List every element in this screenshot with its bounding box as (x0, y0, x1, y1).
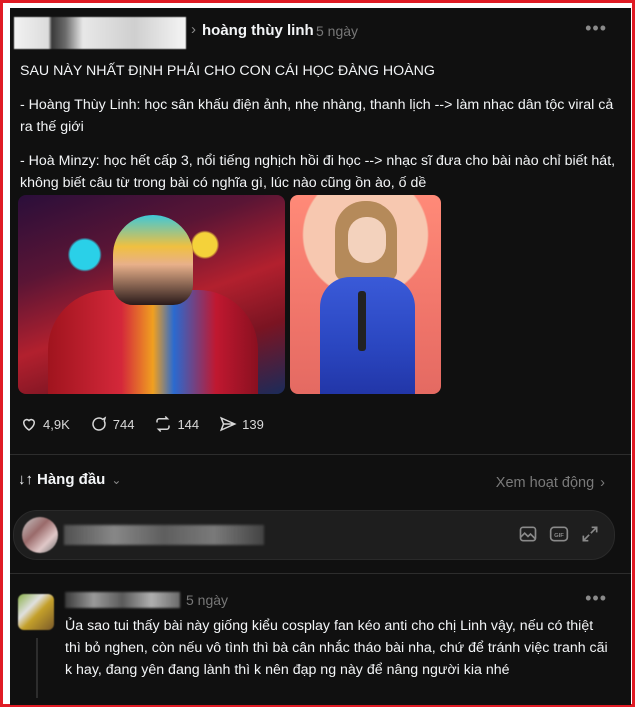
comment-icon (92, 416, 106, 431)
sort-icon: ↓↑ (18, 471, 33, 488)
view-activity-link[interactable]: Xem hoạt động › (496, 475, 605, 491)
chevron-down-icon: ⌄ (111, 472, 122, 487)
comment-time: 5 ngày (186, 592, 229, 608)
view-activity-label: Xem hoạt động (495, 475, 595, 491)
post-time: 5 ngày (316, 23, 359, 39)
post-body: SAU NÀY NHẤT ĐỊNH PHẢI CHO CON CÁI HỌC Đ… (20, 60, 620, 206)
comment-count: 744 (112, 416, 135, 432)
image-figure-face (348, 217, 386, 263)
blurred-breadcrumb (14, 17, 186, 49)
expand-icon[interactable] (580, 524, 600, 544)
gif-icon[interactable]: GIF (549, 524, 569, 544)
thread-panel: › hoàng thùy linh 5 ngày ••• SAU NÀY NHẤ… (10, 8, 631, 705)
svg-text:GIF: GIF (554, 533, 564, 539)
post-header: › hoàng thùy linh 5 ngày ••• (10, 8, 631, 54)
share-button[interactable]: 139 (219, 415, 264, 433)
post-image-1[interactable] (18, 195, 285, 394)
comment-avatar[interactable] (18, 594, 54, 630)
comment-text: Ủa sao tui thấy bài này giống kiểu cospl… (65, 618, 608, 678)
avatar (22, 517, 58, 553)
like-button[interactable]: 4,9K (20, 415, 70, 433)
image-figure-head (113, 215, 193, 305)
heart-icon (22, 418, 36, 431)
sort-label: Hàng đầu (37, 471, 106, 488)
more-icon[interactable]: ••• (585, 18, 607, 39)
post-paragraph: - Hoà Minzy: học hết cấp 3, nổi tiếng ng… (20, 153, 616, 191)
comment-button[interactable]: 744 (90, 415, 135, 433)
repost-button[interactable]: 144 (154, 415, 199, 433)
reply-placeholder-blurred (64, 525, 264, 545)
image-figure-coat (48, 290, 258, 394)
image-figure-dress (320, 277, 415, 394)
chevron-right-icon: › (191, 21, 196, 38)
post-actions: 4,9K 744 144 139 (20, 413, 284, 435)
divider (10, 573, 631, 574)
image-microphone (358, 291, 366, 351)
like-count: 4,9K (43, 416, 70, 432)
post-paragraph: - Hoàng Thùy Linh: học sân khấu điện ảnh… (20, 97, 614, 135)
share-icon (220, 416, 237, 432)
post-paragraph: SAU NÀY NHẤT ĐỊNH PHẢI CHO CON CÁI HỌC Đ… (20, 63, 435, 79)
chevron-right-icon: › (600, 475, 605, 491)
image-icon[interactable] (518, 524, 538, 544)
repost-icon (156, 415, 171, 433)
screenshot-frame: › hoàng thùy linh 5 ngày ••• SAU NÀY NHẤ… (0, 0, 635, 707)
divider (10, 454, 631, 455)
more-icon[interactable]: ••• (585, 588, 607, 609)
comment-author-blurred (65, 592, 180, 608)
repost-count: 144 (177, 416, 200, 432)
thread-line (36, 638, 38, 698)
post-image-2[interactable] (290, 195, 441, 394)
share-count: 139 (242, 416, 264, 432)
post-author[interactable]: hoàng thùy linh (202, 22, 314, 39)
sort-dropdown[interactable]: ↓↑ Hàng đầu ⌄ (18, 471, 121, 488)
reply-box[interactable]: GIF (13, 510, 615, 560)
